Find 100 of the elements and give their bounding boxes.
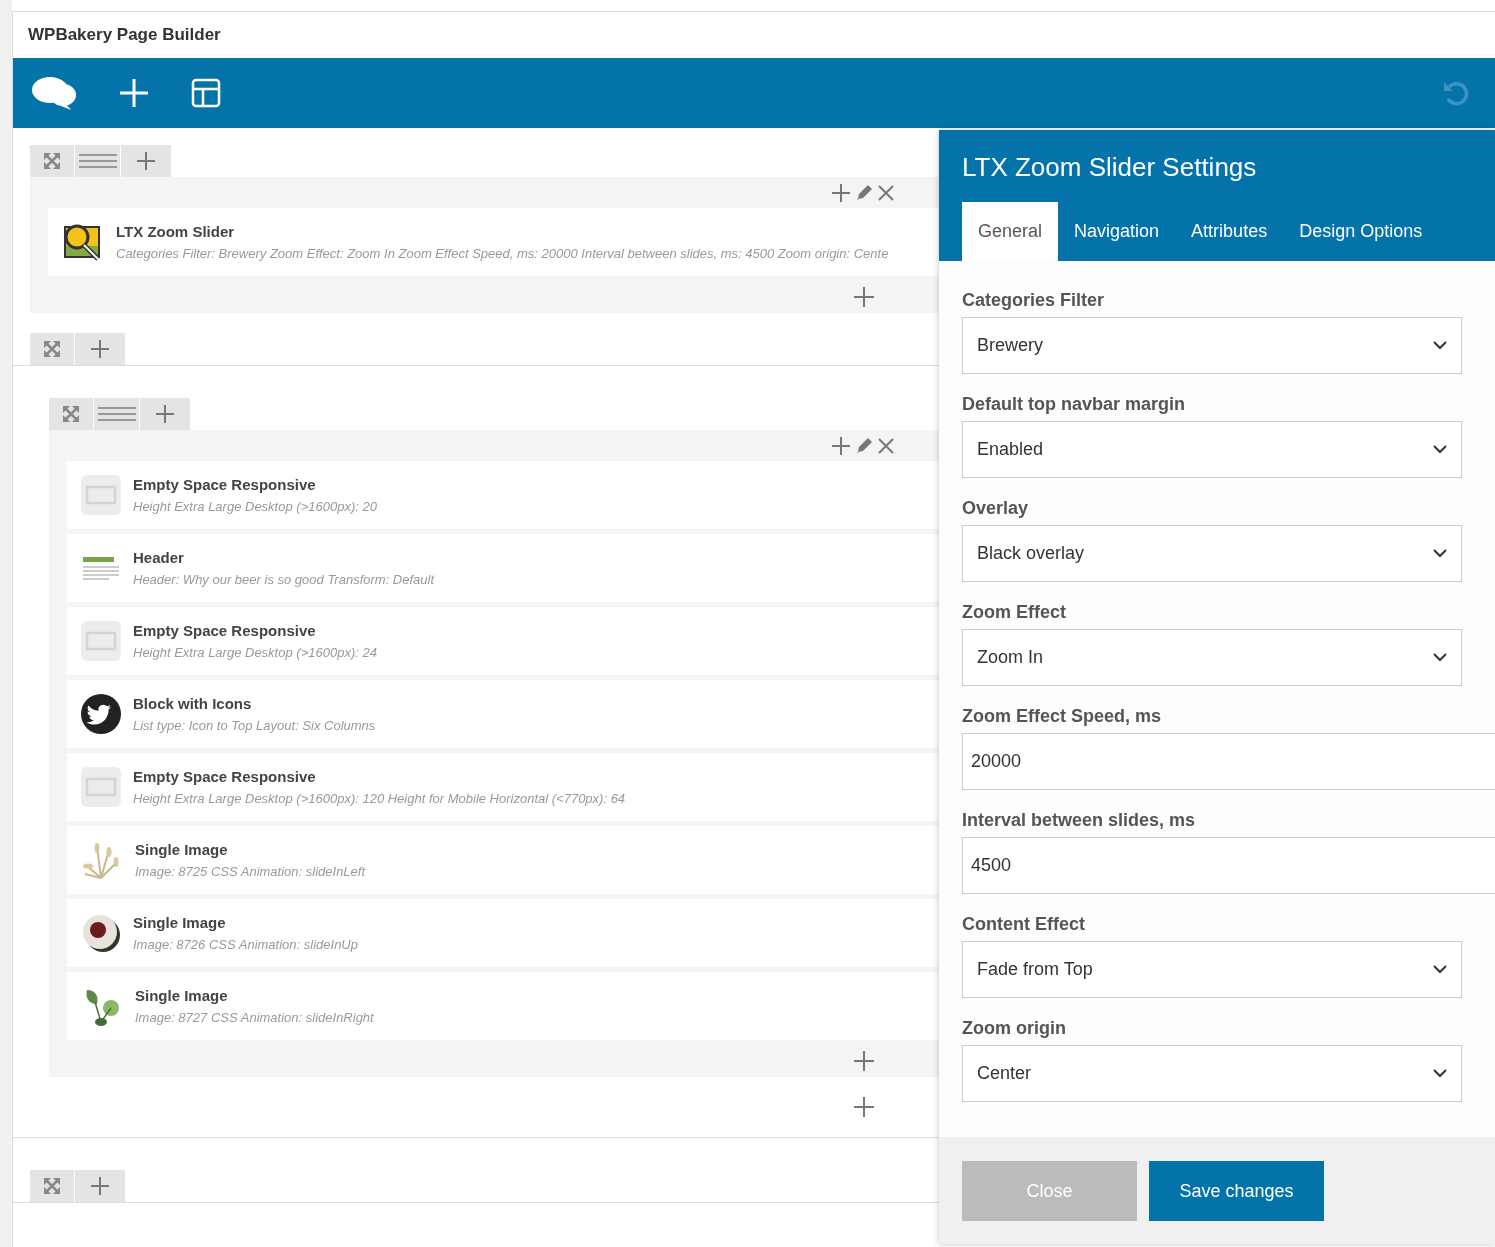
select-field[interactable]: Enabled <box>962 421 1462 479</box>
element-title: Header <box>133 548 185 568</box>
plus-icon <box>155 404 175 424</box>
element-card[interactable]: Block with Icons List type: Icon to Top Layout: Six Columns <box>67 680 939 748</box>
element-params: Categories Filter: Brewery Zoom Effect: Zoom In Zoom Effect Speed, ms: 20000 Interval between slides, ms: 4500 Zoom origin: Cente <box>116 244 889 263</box>
element-params: Height Extra Large Desktop (>1600px): 24 <box>133 643 377 662</box>
element-title: Single Image <box>135 840 229 860</box>
drag-lines-icon <box>97 407 136 421</box>
tab[interactable]: General <box>962 202 1059 262</box>
tab[interactable]: Attributes <box>1175 202 1284 262</box>
select-field[interactable]: Zoom In <box>962 629 1462 687</box>
select-field[interactable]: Fade from Top <box>962 941 1462 999</box>
element-title: Block with Icons <box>133 694 253 714</box>
plus-icon[interactable] <box>831 182 851 203</box>
bowl-icon <box>81 913 121 953</box>
save-button[interactable]: Save changes <box>1149 1161 1324 1222</box>
chevron-icon <box>1433 1069 1447 1079</box>
window-title: WPBakery Page Builder <box>27 24 222 47</box>
element-card[interactable]: Header Header: Why our beer is so good Transform: Default <box>67 534 939 602</box>
panel-title: LTX Zoom Slider Settings <box>962 152 1258 184</box>
element-card[interactable]: LTX Zoom Slider Categories Filter: Brewery Zoom Effect: Zoom In Zoom Effect Speed, ms: 20000 Interval between slides, ms: 4500 Zoom origin: Cente <box>48 208 939 276</box>
field-label: Interval between slides, ms <box>962 809 1197 833</box>
element-title: Empty Space Responsive <box>133 621 317 641</box>
element-params: Image: 8727 CSS Animation: slideInRight <box>135 1008 374 1027</box>
add-button[interactable] <box>121 145 171 177</box>
element-title: LTX Zoom Slider <box>116 222 236 242</box>
field-label: Default top navbar margin <box>962 393 1187 417</box>
element-params: Image: 8725 CSS Animation: slideInLeft <box>135 862 366 881</box>
field-label: Overlay <box>962 497 1030 521</box>
select-value: Fade from Top <box>977 958 1093 982</box>
toolbar-button[interactable] <box>191 78 221 108</box>
select-value: Enabled <box>977 438 1044 462</box>
bird-icon <box>81 694 121 734</box>
select-field[interactable]: Center <box>962 1045 1462 1103</box>
plus-icon <box>119 78 149 108</box>
empty-space-icon <box>81 767 121 807</box>
select-value: Zoom In <box>977 646 1044 670</box>
drag-lines-icon <box>78 154 117 168</box>
input-field[interactable]: 20000 <box>962 733 1495 791</box>
element-card[interactable]: Single Image Image: 8727 CSS Animation: slideInRight <box>67 972 939 1040</box>
plus-icon <box>136 151 156 171</box>
empty-space-icon <box>81 475 121 515</box>
empty-space-icon <box>81 621 121 661</box>
chevron-icon <box>1433 445 1447 455</box>
expand-arrows-icon <box>43 1177 61 1195</box>
field-label: Zoom Effect <box>962 601 1067 625</box>
drag-handle[interactable] <box>94 398 139 430</box>
layout-icon <box>191 78 221 108</box>
element-params: List type: Icon to Top Layout: Six Columns <box>133 716 376 735</box>
select-value: Black overlay <box>977 542 1085 566</box>
add-button[interactable] <box>75 333 125 365</box>
element-card[interactable]: Empty Space Responsive Height Extra Large Desktop (>1600px): 24 <box>67 607 939 675</box>
chevron-icon <box>1433 341 1447 351</box>
close-icon[interactable] <box>877 183 895 202</box>
drag-handle[interactable] <box>75 145 120 177</box>
chevron-icon <box>1433 965 1447 975</box>
tab[interactable]: Design Options <box>1283 202 1439 262</box>
field-label: Content Effect <box>962 913 1086 937</box>
plus-icon[interactable] <box>853 1050 875 1072</box>
field-label: Zoom origin <box>962 1017 1067 1041</box>
element-card[interactable]: Empty Space Responsive Height Extra Large Desktop (>1600px): 20 <box>67 461 939 529</box>
element-title: Single Image <box>135 986 229 1006</box>
tab[interactable]: Navigation <box>1058 202 1176 262</box>
select-value: Brewery <box>977 334 1043 358</box>
field-label: Zoom Effect Speed, ms <box>962 705 1163 729</box>
clouds-icon <box>31 75 77 111</box>
add-button[interactable] <box>75 1170 125 1202</box>
element-params: Height Extra Large Desktop (>1600px): 20 <box>133 497 377 516</box>
move-button[interactable] <box>30 145 74 177</box>
element-title: Empty Space Responsive <box>133 475 317 495</box>
plus-icon <box>90 339 110 359</box>
element-card[interactable]: Single Image Image: 8725 CSS Animation: slideInLeft <box>67 826 939 894</box>
select-field[interactable]: Black overlay <box>962 525 1462 583</box>
pencil-icon[interactable] <box>855 183 873 202</box>
element-title: Single Image <box>133 913 227 933</box>
toolbar-button[interactable] <box>119 78 149 108</box>
plus-icon[interactable] <box>831 435 851 456</box>
select-field[interactable]: Brewery <box>962 317 1462 375</box>
element-params: Image: 8726 CSS Animation: slideInUp <box>133 935 358 954</box>
plus-icon[interactable] <box>853 1096 875 1118</box>
element-params: Height Extra Large Desktop (>1600px): 120 Height for Mobile Horizontal (<770px): 64 <box>133 789 626 808</box>
plus-icon[interactable] <box>853 286 875 308</box>
element-params: Header: Why our beer is so good Transform: Default <box>133 570 435 589</box>
pencil-icon[interactable] <box>855 436 873 455</box>
close-icon[interactable] <box>877 436 895 455</box>
move-button[interactable] <box>49 398 93 430</box>
add-button[interactable] <box>140 398 190 430</box>
plus-icon <box>90 1176 110 1196</box>
element-card[interactable]: Empty Space Responsive Height Extra Large Desktop (>1600px): 120 Height for Mobile Horizontal (<770px): 64 <box>67 753 939 821</box>
input-field[interactable]: 4500 <box>962 837 1495 895</box>
move-button[interactable] <box>30 333 74 365</box>
element-card[interactable]: Single Image Image: 8726 CSS Animation: slideInUp <box>67 899 939 967</box>
chevron-icon <box>1433 549 1447 559</box>
chevron-icon <box>1433 653 1447 663</box>
expand-arrows-icon <box>43 340 61 358</box>
element-title: Empty Space Responsive <box>133 767 317 787</box>
toolbar-button[interactable] <box>31 75 77 111</box>
expand-arrows-icon <box>43 152 61 170</box>
move-button[interactable] <box>30 1170 74 1202</box>
field-label: Categories Filter <box>962 289 1106 313</box>
